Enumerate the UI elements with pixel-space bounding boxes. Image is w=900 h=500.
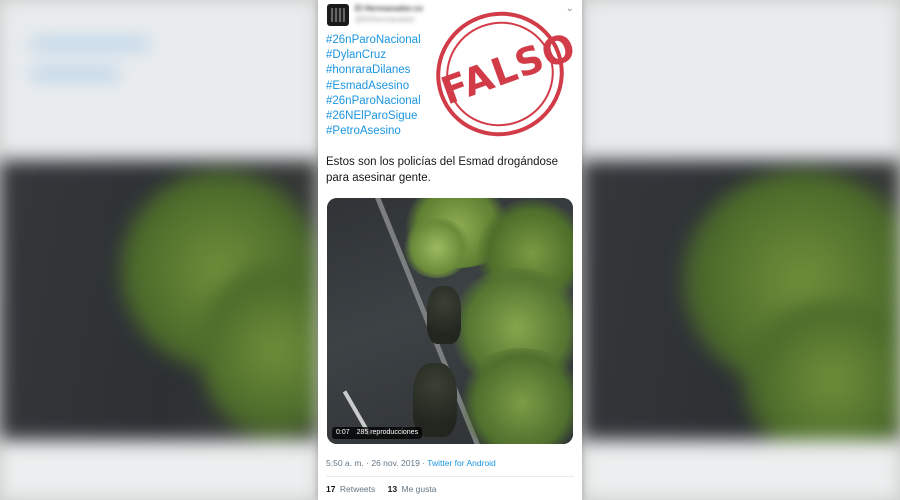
video-duration: 0:07: [336, 429, 350, 436]
blurred-background-left: [0, 0, 318, 500]
hashtag-link[interactable]: #PetroAsesino: [326, 124, 421, 139]
video-views: 285 reproducciones: [356, 429, 419, 436]
hashtag-link[interactable]: #26nParoNacional: [326, 94, 421, 109]
user-handle[interactable]: @ElHermanador: [355, 16, 435, 24]
likes-stat[interactable]: 13 Me gusta: [388, 484, 437, 494]
likes-count: 13: [387, 484, 398, 494]
retweets-label: Retweets: [339, 484, 376, 494]
display-name[interactable]: El Hermanador.co: [355, 5, 445, 13]
tweet-time[interactable]: 5:50 a. m. · 26 nov. 2019 ·: [326, 458, 427, 468]
hashtag-link[interactable]: #26NElParoSigue: [326, 109, 421, 124]
chevron-down-icon[interactable]: ⌄: [566, 3, 574, 14]
hashtag-link[interactable]: #DylanCruz: [326, 48, 421, 63]
hashtag-link[interactable]: #26nParoNacional: [326, 33, 421, 48]
tweet-text: Estos son los policías del Esmad drogánd…: [326, 156, 559, 184]
source-link[interactable]: Twitter for Android: [427, 458, 496, 468]
retweets-count: 17: [326, 484, 336, 494]
hashtag-link[interactable]: #EsmadAsesino: [326, 79, 421, 94]
retweets-stat[interactable]: 17 Retweets: [326, 484, 375, 494]
stamp-text: FALSO: [435, 24, 582, 114]
blurred-background-right: [582, 0, 900, 500]
video-player[interactable]: 0:07 285 reproducciones: [327, 198, 573, 444]
video-info-badge: 0:07 285 reproducciones: [332, 427, 423, 439]
avatar[interactable]: [327, 4, 349, 26]
tweet-timestamp: 5:50 a. m. · 26 nov. 2019 · Twitter for …: [326, 458, 496, 468]
hashtag-list: #26nParoNacional #DylanCruz #honraraDila…: [326, 33, 421, 139]
divider: [326, 476, 574, 477]
likes-label: Me gusta: [401, 484, 437, 494]
hashtag-link[interactable]: #honraraDilanes: [326, 63, 421, 78]
tweet-card: El Hermanador.co @ElHermanador ⌄ #26nPar…: [318, 0, 582, 500]
engagement-stats: 17 Retweets 13 Me gusta: [326, 484, 446, 494]
